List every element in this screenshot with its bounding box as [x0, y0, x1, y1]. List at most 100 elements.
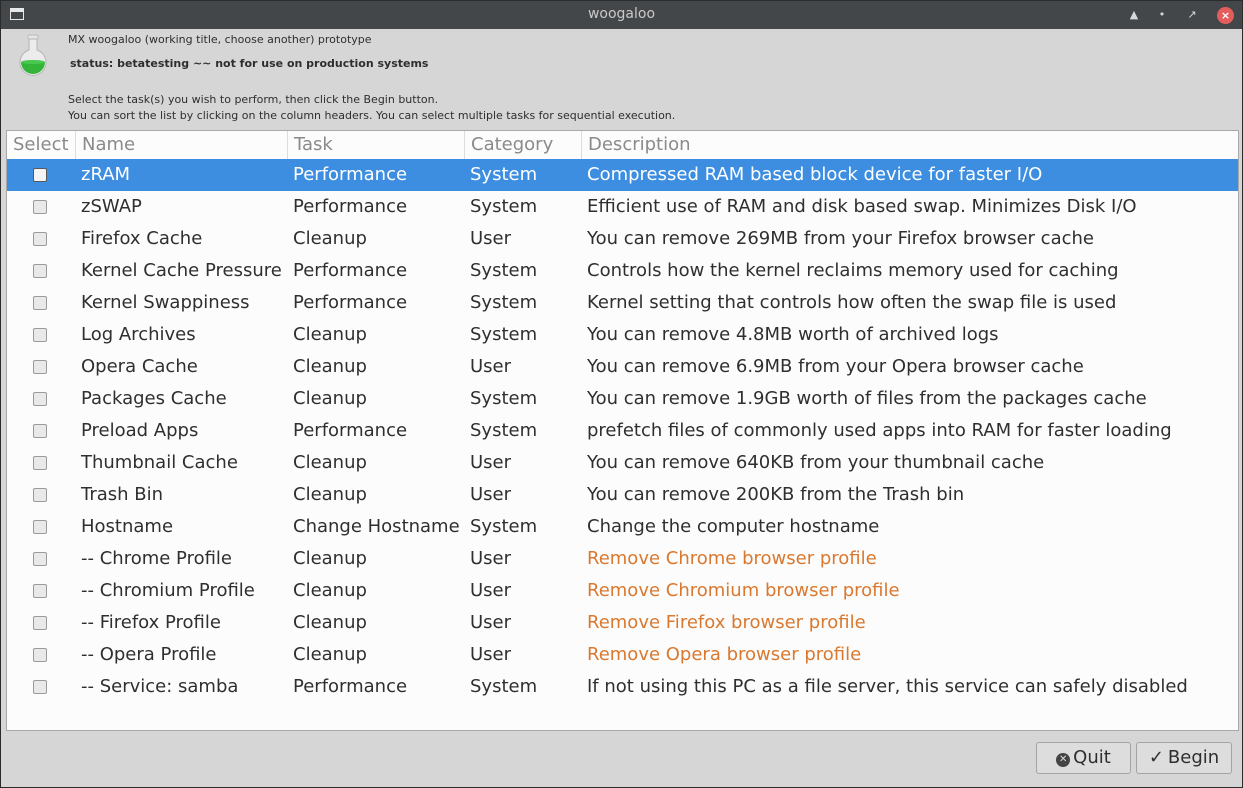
row-checkbox[interactable]: [33, 168, 47, 182]
row-description: Kernel setting that controls how often t…: [587, 292, 1117, 313]
column-header-name[interactable]: Name: [76, 131, 288, 159]
column-header-category[interactable]: Category: [465, 131, 582, 159]
row-checkbox[interactable]: [33, 616, 47, 630]
row-checkbox[interactable]: [33, 488, 47, 502]
row-category: System: [470, 292, 538, 313]
row-task: Cleanup: [293, 452, 367, 473]
row-checkbox[interactable]: [33, 200, 47, 214]
row-checkbox[interactable]: [33, 392, 47, 406]
row-name: zRAM: [81, 164, 131, 185]
row-name: Kernel Swappiness: [81, 292, 250, 313]
quit-label: Quit: [1073, 747, 1111, 768]
row-checkbox[interactable]: [33, 424, 47, 438]
row-name: -- Service: samba: [81, 676, 239, 697]
row-description: You can remove 6.9MB from your Opera bro…: [587, 356, 1084, 377]
begin-button[interactable]: ✓ Begin: [1136, 742, 1232, 774]
row-checkbox[interactable]: [33, 520, 47, 534]
row-description: Remove Chromium browser profile: [587, 580, 900, 601]
row-description: prefetch files of commonly used apps int…: [587, 420, 1172, 441]
row-category: System: [470, 516, 538, 537]
row-description: You can remove 4.8MB worth of archived l…: [587, 324, 999, 345]
row-category: User: [470, 228, 512, 249]
row-task: Performance: [293, 292, 408, 313]
row-task: Cleanup: [293, 484, 367, 505]
row-checkbox[interactable]: [33, 456, 47, 470]
row-description: You can remove 1.9GB worth of files from…: [587, 388, 1147, 409]
row-category: User: [470, 580, 512, 601]
row-description: Controls how the kernel reclaims memory …: [587, 260, 1119, 281]
row-description: Remove Chrome browser profile: [587, 548, 877, 569]
row-name: Thumbnail Cache: [81, 452, 238, 473]
table-row[interactable]: -- Chrome Profile Cleanup User Remove Chrom…: [7, 543, 1238, 575]
row-name: Hostname: [81, 516, 174, 537]
row-task: Cleanup: [293, 228, 367, 249]
table-row[interactable]: Packages Cache Cleanup System You can remov…: [7, 383, 1238, 415]
row-name: Firefox Cache: [81, 228, 203, 249]
row-task: Cleanup: [293, 644, 367, 665]
table-row[interactable]: Hostname Change Hostname System Change the …: [7, 511, 1238, 543]
instruction-text-2: You can sort the list by clicking on the…: [68, 109, 676, 122]
table-row[interactable]: Preload Apps Performance System prefetch fi…: [7, 415, 1238, 447]
table-header: Select Name Task Category Description: [7, 131, 1238, 160]
row-checkbox[interactable]: [33, 232, 47, 246]
table-row[interactable]: -- Chromium Profile Cleanup User Remove Chr…: [7, 575, 1238, 607]
table-row[interactable]: Kernel Swappiness Performance System Kernel…: [7, 287, 1238, 319]
instruction-text-1: Select the task(s) you wish to perform, …: [68, 93, 439, 106]
minimize-icon[interactable]: •: [1153, 6, 1171, 24]
row-checkbox[interactable]: [33, 680, 47, 694]
row-checkbox[interactable]: [33, 296, 47, 310]
row-category: User: [470, 612, 512, 633]
row-category: System: [470, 324, 538, 345]
table-row[interactable]: -- Firefox Profile Cleanup User Remove Fire…: [7, 607, 1238, 639]
column-header-task[interactable]: Task: [288, 131, 465, 159]
row-category: User: [470, 356, 512, 377]
table-row[interactable]: zRAM Performance System Compressed RAM base…: [7, 159, 1238, 191]
row-category: User: [470, 484, 512, 505]
row-task: Performance: [293, 260, 408, 281]
row-category: User: [470, 548, 512, 569]
row-name: zSWAP: [81, 196, 142, 217]
close-icon[interactable]: ×: [1217, 7, 1234, 24]
app-description: MX woogaloo (working title, choose anoth…: [68, 33, 372, 46]
task-table: Select Name Task Category Description zR…: [6, 130, 1239, 731]
row-name: Preload Apps: [81, 420, 199, 441]
row-checkbox[interactable]: [33, 360, 47, 374]
row-name: Packages Cache: [81, 388, 227, 409]
row-checkbox[interactable]: [33, 584, 47, 598]
row-task: Performance: [293, 164, 408, 185]
column-header-description[interactable]: Description: [582, 131, 1238, 159]
row-description: You can remove 200KB from the Trash bin: [587, 484, 965, 505]
row-checkbox[interactable]: [33, 552, 47, 566]
table-row[interactable]: Log Archives Cleanup System You can remove …: [7, 319, 1238, 351]
window-title: woogaloo: [587, 6, 656, 22]
table-row[interactable]: -- Service: samba Performance System If not…: [7, 671, 1238, 703]
quit-icon: ✕: [1056, 753, 1071, 767]
row-category: System: [470, 420, 538, 441]
table-row[interactable]: Firefox Cache Cleanup User You can remove 2…: [7, 223, 1238, 255]
quit-button[interactable]: ✕ Quit: [1036, 742, 1131, 774]
row-task: Performance: [293, 676, 408, 697]
title-bar[interactable]: woogaloo ▲ • ↗ ×: [1, 1, 1242, 29]
column-header-select[interactable]: Select: [7, 131, 76, 159]
row-name: -- Opera Profile: [81, 644, 217, 665]
row-description: Efficient use of RAM and disk based swap…: [587, 196, 1137, 217]
row-checkbox[interactable]: [33, 264, 47, 278]
checkmark-icon: ✓: [1148, 747, 1164, 768]
row-name: -- Firefox Profile: [81, 612, 221, 633]
row-task: Cleanup: [293, 548, 367, 569]
table-row[interactable]: Trash Bin Cleanup User You can remove 200KB…: [7, 479, 1238, 511]
table-row[interactable]: zSWAP Performance System Efficient use of R…: [7, 191, 1238, 223]
row-category: System: [470, 196, 538, 217]
maximize-icon[interactable]: ↗: [1183, 6, 1201, 24]
row-name: Kernel Cache Pressure: [81, 260, 282, 281]
arrow-up-icon[interactable]: ▲: [1125, 6, 1143, 24]
table-row[interactable]: Kernel Cache Pressure Performance System Co…: [7, 255, 1238, 287]
row-name: Opera Cache: [81, 356, 198, 377]
row-description: Remove Opera browser profile: [587, 644, 862, 665]
row-checkbox[interactable]: [33, 328, 47, 342]
table-row[interactable]: -- Opera Profile Cleanup User Remove Opera …: [7, 639, 1238, 671]
table-row[interactable]: Opera Cache Cleanup User You can remove 6.9…: [7, 351, 1238, 383]
table-row[interactable]: Thumbnail Cache Cleanup User You can remove…: [7, 447, 1238, 479]
row-checkbox[interactable]: [33, 648, 47, 662]
begin-label: Begin: [1167, 747, 1220, 768]
